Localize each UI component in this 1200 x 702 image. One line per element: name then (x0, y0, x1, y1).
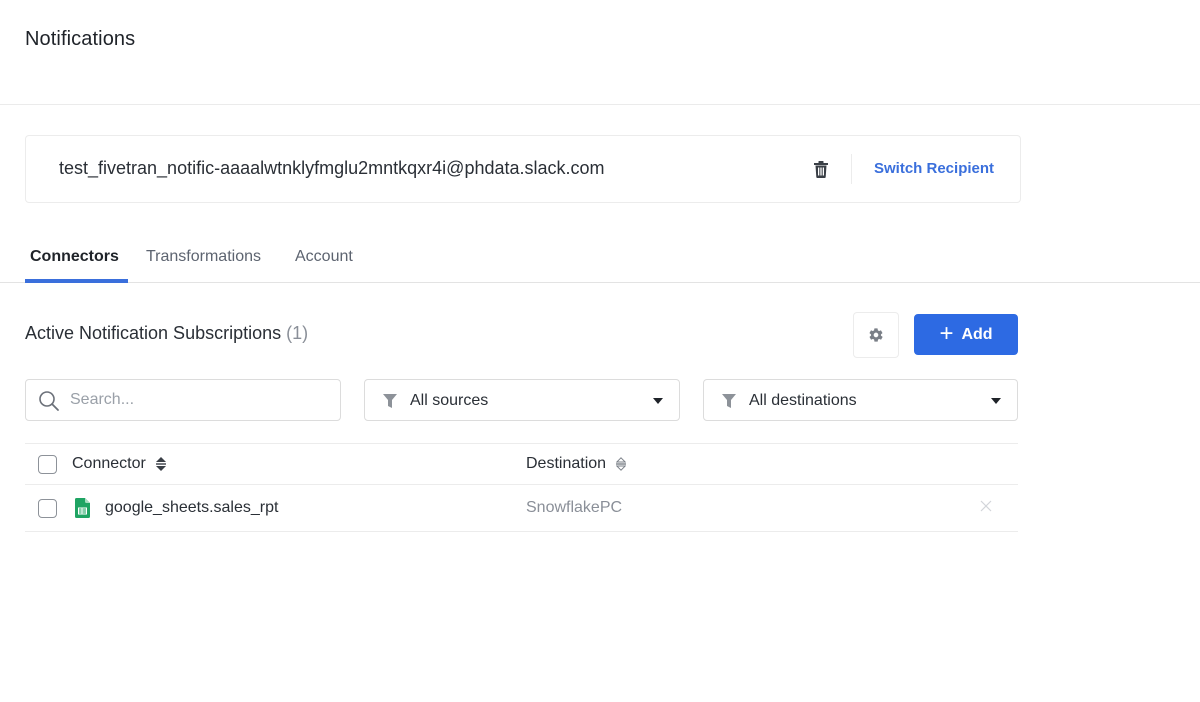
table-row[interactable]: google_sheets.sales_rpt SnowflakePC (25, 485, 1018, 532)
recipient-email: test_fivetran_notific-aaaalwtnklyfmglu2m… (59, 158, 605, 178)
subscription-count: (1) (286, 323, 309, 343)
add-subscription-button[interactable]: + Add (914, 314, 1018, 355)
tab-connectors[interactable]: Connectors (30, 248, 119, 266)
section-title: Active Notification Subscriptions (1) (25, 323, 308, 344)
active-tab-indicator (25, 279, 128, 283)
connector-name: google_sheets.sales_rpt (105, 499, 279, 516)
page-title: Notifications (25, 28, 136, 50)
sort-icon (616, 457, 627, 471)
table-header: Connector Destination (25, 443, 1018, 485)
destination-name: SnowflakePC (526, 499, 623, 516)
close-icon (980, 500, 992, 512)
search-icon (39, 391, 59, 411)
tab-bar: Connectors Transformations Account (0, 238, 1200, 283)
search-field[interactable] (25, 379, 341, 421)
plus-icon: + (939, 319, 954, 347)
delete-recipient-button[interactable] (811, 158, 831, 180)
trash-icon (814, 160, 828, 178)
search-input[interactable] (70, 389, 330, 411)
tab-transformations[interactable]: Transformations (146, 248, 261, 266)
column-header-destination[interactable]: Destination (526, 455, 627, 473)
column-header-label: Destination (526, 455, 607, 472)
column-header-connector[interactable]: Connector (72, 455, 166, 473)
section-title-text: Active Notification Subscriptions (25, 323, 282, 343)
recipient-card: test_fivetran_notific-aaaalwtnklyfmglu2m… (25, 135, 1021, 203)
row-checkbox[interactable] (38, 499, 57, 518)
remove-subscription-button[interactable] (980, 499, 992, 517)
switch-recipient-button[interactable]: Switch Recipient (874, 160, 994, 177)
column-header-label: Connector (72, 455, 146, 472)
select-all-checkbox[interactable] (38, 455, 57, 474)
subscriptions-table: Connector Destination google_sheets.sale… (25, 443, 1018, 532)
filter-icon (383, 394, 397, 408)
add-button-label: Add (961, 325, 993, 343)
gear-icon (869, 328, 883, 342)
sources-filter-value: All sources (410, 392, 489, 409)
google-sheets-icon (75, 498, 90, 518)
filter-icon (722, 394, 736, 408)
destinations-filter-select[interactable]: All destinations (703, 379, 1018, 421)
destinations-filter-value: All destinations (749, 392, 857, 409)
sources-filter-select[interactable]: All sources (364, 379, 680, 421)
chevron-down-icon (653, 398, 663, 404)
sort-icon (155, 457, 166, 471)
page-header: Notifications (0, 0, 1200, 105)
card-divider (851, 154, 852, 184)
settings-button[interactable] (853, 312, 899, 358)
tab-account[interactable]: Account (295, 248, 353, 266)
chevron-down-icon (991, 398, 1001, 404)
